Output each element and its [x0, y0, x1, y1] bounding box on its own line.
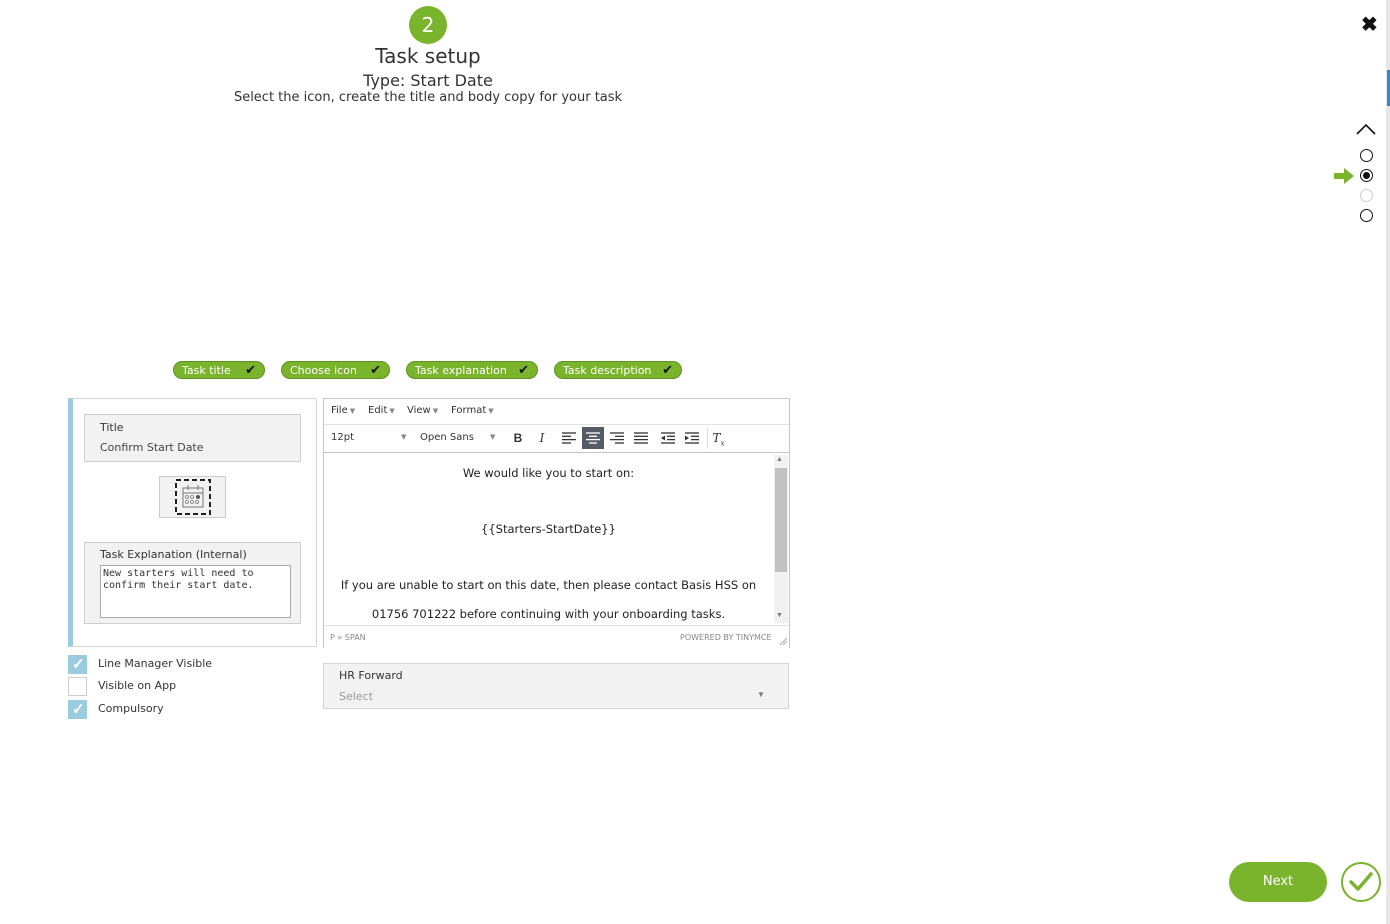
- font-family-value: Open Sans: [420, 432, 474, 443]
- pill-label: Task title: [182, 364, 231, 377]
- scrollbar[interactable]: [1386, 0, 1390, 924]
- editor-menubar: File ▼ Edit ▼ View ▼ Format ▼: [324, 399, 789, 425]
- chevron-down-icon: ▼: [401, 433, 407, 441]
- clear-formatting-button[interactable]: Tx: [707, 427, 729, 449]
- align-left-icon: [562, 432, 576, 444]
- menu-format[interactable]: Format ▼: [451, 405, 494, 416]
- checkbox-label: Line Manager Visible: [98, 657, 213, 670]
- checkbox-label: Compulsory: [98, 702, 164, 715]
- pill-label: Task explanation: [415, 364, 507, 377]
- step-dot-3[interactable]: [1360, 189, 1373, 202]
- scroll-up-icon[interactable]: ▲: [776, 456, 783, 463]
- choose-icon-button[interactable]: [159, 476, 226, 518]
- indent-icon: [685, 432, 699, 444]
- check-icon: ✔: [662, 363, 673, 378]
- task-explanation-field: Task Explanation (Internal) New starters…: [84, 542, 301, 624]
- bold-button[interactable]: B: [507, 427, 529, 449]
- step-dot-1[interactable]: [1360, 149, 1373, 162]
- pill-task-description[interactable]: Task description ✔: [554, 361, 682, 379]
- editor-scrollbar-thumb[interactable]: [775, 468, 787, 572]
- align-center-button[interactable]: [582, 427, 604, 449]
- powered-by-link[interactable]: POWERED BY TINYMCE: [680, 633, 772, 642]
- step-dot-2[interactable]: [1360, 169, 1373, 182]
- next-button[interactable]: Next: [1229, 862, 1327, 902]
- checkmark-icon: [1349, 872, 1373, 891]
- outdent-button[interactable]: [657, 427, 679, 449]
- pill-task-title[interactable]: Task title ✔: [173, 361, 265, 379]
- hr-forward-label: HR Forward: [339, 669, 403, 682]
- checkbox-label: Visible on App: [98, 679, 177, 692]
- step-dot-4[interactable]: [1360, 209, 1373, 222]
- menu-edit[interactable]: Edit ▼: [368, 405, 395, 416]
- title-field[interactable]: Title Confirm Start Date: [84, 414, 301, 462]
- page-title: Task setup: [375, 44, 481, 68]
- scroll-down-icon[interactable]: ▼: [776, 612, 783, 619]
- title-value[interactable]: Confirm Start Date: [100, 441, 204, 454]
- content-line: We would like you to start on:: [462, 466, 635, 480]
- font-size-select[interactable]: 12pt ▼: [331, 432, 409, 443]
- hr-forward-placeholder: Select: [339, 690, 373, 703]
- content-line: {{Starters-StartDate}}: [481, 522, 616, 536]
- align-justify-icon: [634, 432, 648, 444]
- line-manager-visible-checkbox[interactable]: [68, 655, 87, 674]
- task-type: Type: Start Date: [363, 71, 493, 90]
- menu-label: View: [407, 405, 431, 416]
- compulsory-checkbox[interactable]: [68, 700, 87, 719]
- explanation-label: Task Explanation (Internal): [100, 548, 247, 561]
- menu-view[interactable]: View ▼: [407, 405, 438, 416]
- pill-label: Task description: [563, 364, 652, 377]
- menu-label: Format: [451, 405, 487, 416]
- resize-handle-icon[interactable]: [779, 637, 787, 645]
- step-number-badge: 2: [409, 6, 447, 44]
- check-icon: ✔: [518, 363, 529, 378]
- check-icon: ✔: [370, 363, 381, 378]
- align-left-button[interactable]: [558, 427, 580, 449]
- editor-content[interactable]: We would like you to start on: {{Starter…: [324, 453, 773, 623]
- outdent-icon: [661, 432, 675, 444]
- pill-choose-icon[interactable]: Choose icon ✔: [281, 361, 390, 379]
- editor-statusbar: P » SPAN POWERED BY TINYMCE: [324, 625, 789, 648]
- calendar-icon: [175, 479, 211, 515]
- current-step-arrow-icon: [1334, 168, 1354, 184]
- finish-button[interactable]: [1341, 862, 1381, 902]
- chevron-down-icon: ▼: [490, 433, 496, 441]
- pill-label: Choose icon: [290, 364, 357, 377]
- indent-button[interactable]: [681, 427, 703, 449]
- italic-button[interactable]: I: [531, 427, 553, 449]
- element-path[interactable]: P » SPAN: [330, 633, 366, 642]
- rich-text-editor: File ▼ Edit ▼ View ▼ Format ▼ 12pt ▼ Open Sa…: [323, 398, 790, 648]
- step-up-icon[interactable]: [1356, 122, 1376, 136]
- hr-forward-select[interactable]: HR Forward Select ▼: [323, 663, 789, 709]
- chevron-down-icon: ▼: [757, 690, 765, 699]
- menu-label: File: [331, 405, 348, 416]
- title-label: Title: [100, 421, 124, 434]
- align-justify-button[interactable]: [630, 427, 652, 449]
- page-subtitle: Select the icon, create the title and bo…: [233, 90, 623, 105]
- close-icon[interactable]: ✖: [1361, 12, 1378, 37]
- menu-label: Edit: [368, 405, 388, 416]
- visible-on-app-checkbox[interactable]: [68, 677, 87, 696]
- font-family-select[interactable]: Open Sans ▼: [420, 432, 498, 443]
- content-line: 01756 701222 before continuing with your…: [371, 607, 726, 621]
- align-center-icon: [586, 432, 600, 444]
- menu-file[interactable]: File ▼: [331, 405, 355, 416]
- explanation-textarea[interactable]: New starters will need to confirm their …: [100, 565, 291, 618]
- align-right-button[interactable]: [606, 427, 628, 449]
- pill-task-explanation[interactable]: Task explanation ✔: [406, 361, 538, 379]
- content-line: If you are unable to start on this date,…: [340, 578, 757, 592]
- align-right-icon: [610, 432, 624, 444]
- editor-toolbar: 12pt ▼ Open Sans ▼ B I Tx: [324, 425, 789, 453]
- font-size-value: 12pt: [331, 432, 354, 443]
- check-icon: ✔: [245, 363, 256, 378]
- clear-formatting-icon: Tx: [712, 431, 725, 448]
